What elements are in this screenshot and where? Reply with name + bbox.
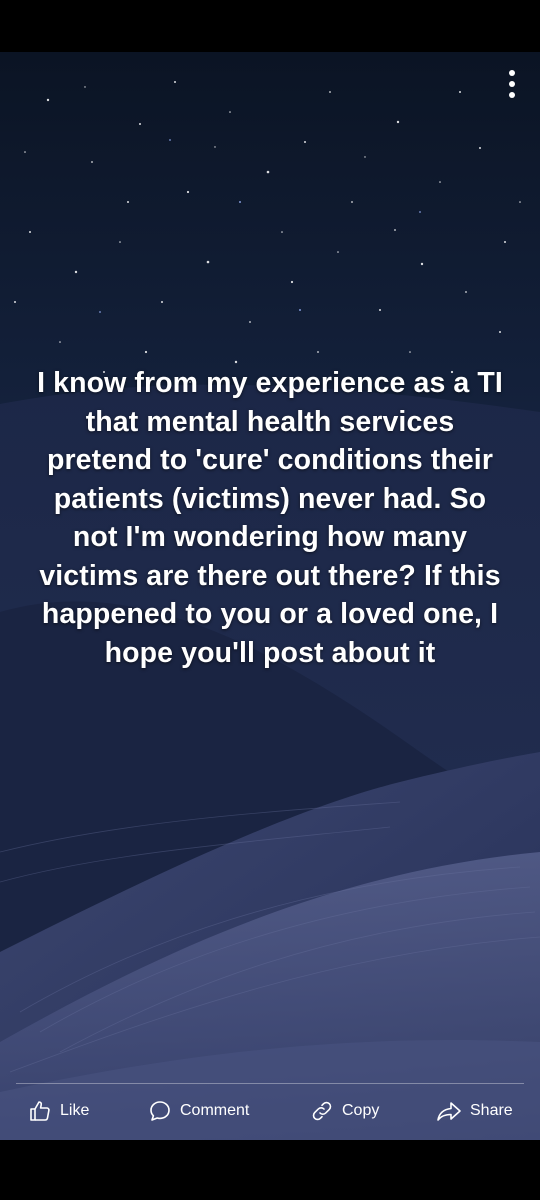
copy-button[interactable]: Copy [310,1099,379,1123]
post-text: I know from my experience as a TI that m… [37,367,503,669]
share-button[interactable]: Share [436,1099,513,1123]
speech-bubble-icon [150,1101,170,1121]
action-bar: Like Comment Copy Share [0,1086,540,1138]
story-viewer: I know from my experience as a TI that m… [0,0,540,1200]
link-icon [312,1101,332,1121]
like-button[interactable]: Like [28,1099,89,1123]
more-options-button[interactable] [502,68,522,100]
share-label: Share [470,1102,513,1119]
menu-dot [509,81,515,87]
action-bar-divider [16,1083,524,1084]
like-label: Like [60,1102,90,1119]
comment-label: Comment [180,1102,250,1119]
menu-dot [509,70,515,76]
copy-label: Copy [342,1102,380,1119]
comment-button[interactable]: Comment [148,1099,249,1123]
menu-dot [509,92,515,98]
text-post-background: I know from my experience as a TI that m… [0,52,540,1140]
thumbs-up-icon [30,1101,50,1121]
share-arrow-icon [437,1102,461,1121]
